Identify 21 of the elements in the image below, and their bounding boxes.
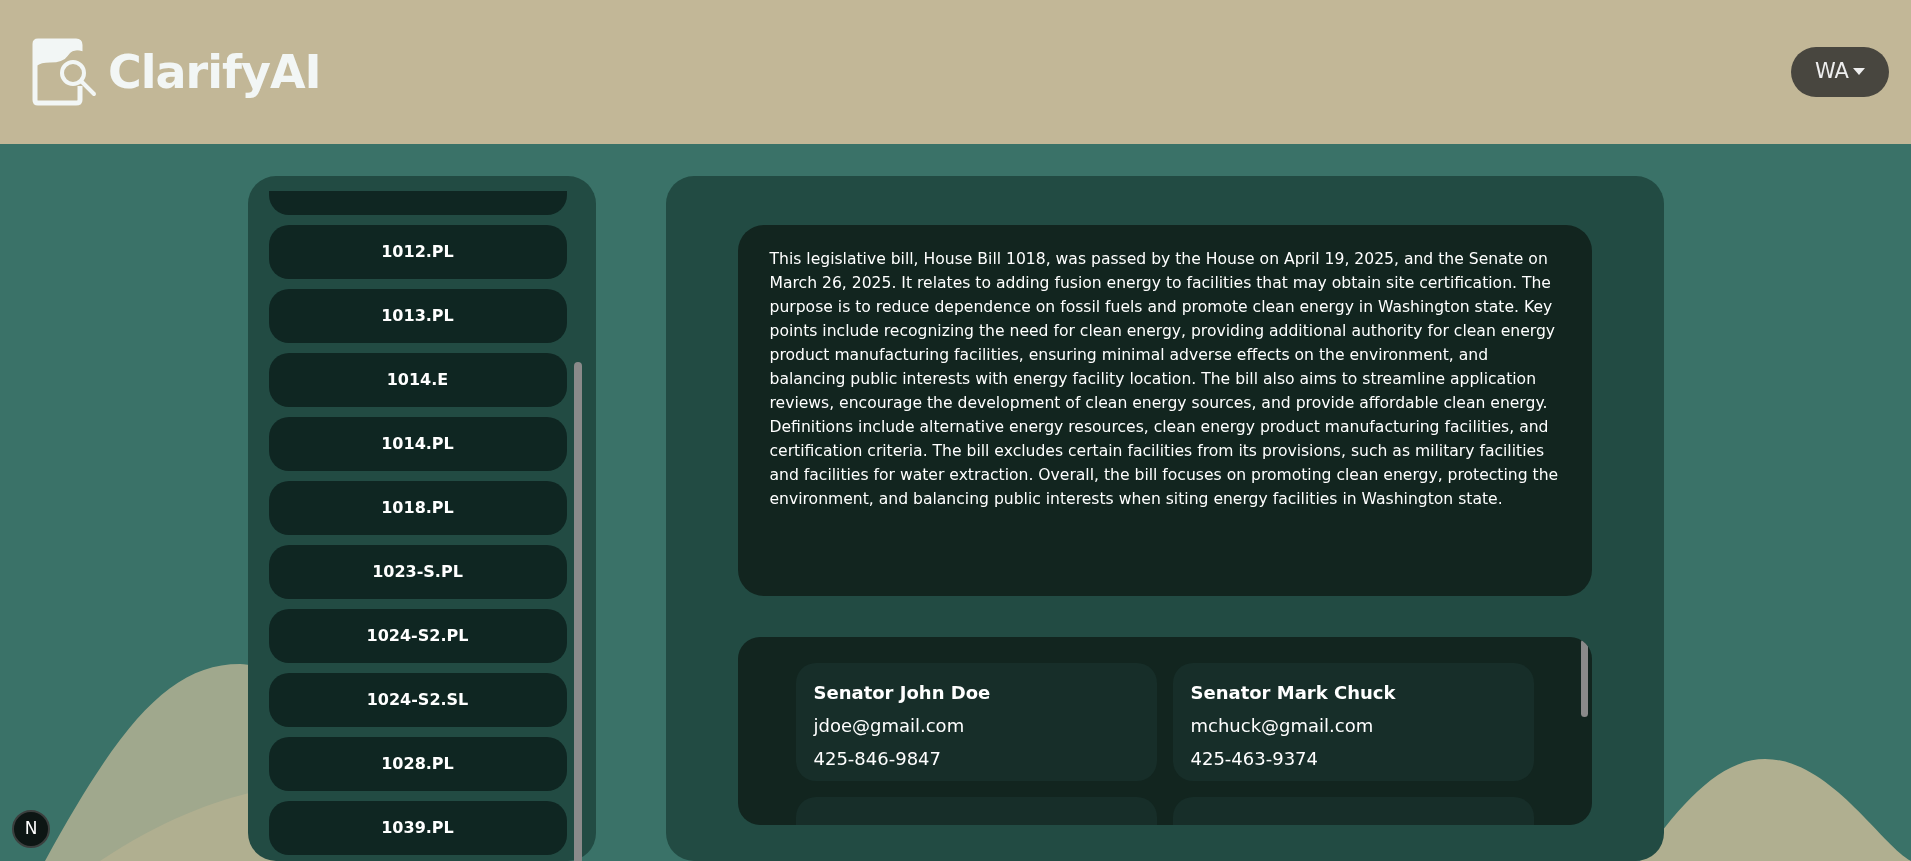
bill-item[interactable]: 1023-S.PL: [268, 545, 567, 599]
caret-icon: [1853, 68, 1865, 76]
brand-name: ClarifyAI: [108, 43, 321, 101]
bill-item[interactable]: 1028.PL: [268, 737, 567, 791]
bill-item[interactable]: 1012.PL: [268, 225, 567, 279]
bill-item[interactable]: 1014.PL: [268, 417, 567, 471]
bill-item[interactable]: 1013.PL: [268, 289, 567, 343]
bill-item[interactable]: 1024-S2.PL: [268, 609, 567, 663]
senator-name: Senator John Doe: [813, 681, 992, 705]
bill-item[interactable]: 1018.PL: [268, 481, 567, 535]
dev-badge[interactable]: N: [12, 810, 50, 848]
senator-phone: 425-846-9847: [813, 747, 942, 771]
senator-phone: 425-463-9374: [1190, 747, 1319, 771]
bill-item[interactable]: 1014.E: [268, 353, 567, 407]
senator-email: mchuck@gmail.com: [1190, 714, 1375, 738]
summary-text: This legislative bill, House Bill 1018, was passed by the House on April 19, 2025, and the Senate on March 26, 2025. It relates to adding fusion energy to facilities that may obtain site certification. The purpose is to reduce dependence on fossil fuels and promote clean energy in Washington state. Key points include recognizing the need for clean energy, providing additional authority for clean energy product manufacturing facilities, ensuring minimal adverse effects on the environment, and balancing public interests with energy facility location. The bill also aims to streamline application reviews, encourage the development of clean energy sources, and provide affordable clean energy. Definitions include alternative energy resources, clean energy product manufacturing facilities, and certification criteria. The bill excludes certain facilities from its provisions, such as military facilities and facilities for water extraction. Overall, the bill focuses on promoting clean energy, protecting the environment, and balancing public interests when siting energy facilities in Washington state.: [737, 225, 1592, 596]
senator-name: Senator Mark Chuck: [1190, 681, 1397, 705]
bill-item[interactable]: 1039.PL: [268, 801, 567, 855]
state-dropdown[interactable]: WA: [1791, 47, 1889, 97]
bill-item[interactable]: 1024-S2.SL: [268, 673, 567, 727]
senator-email: jdoe@gmail.com: [813, 714, 966, 738]
